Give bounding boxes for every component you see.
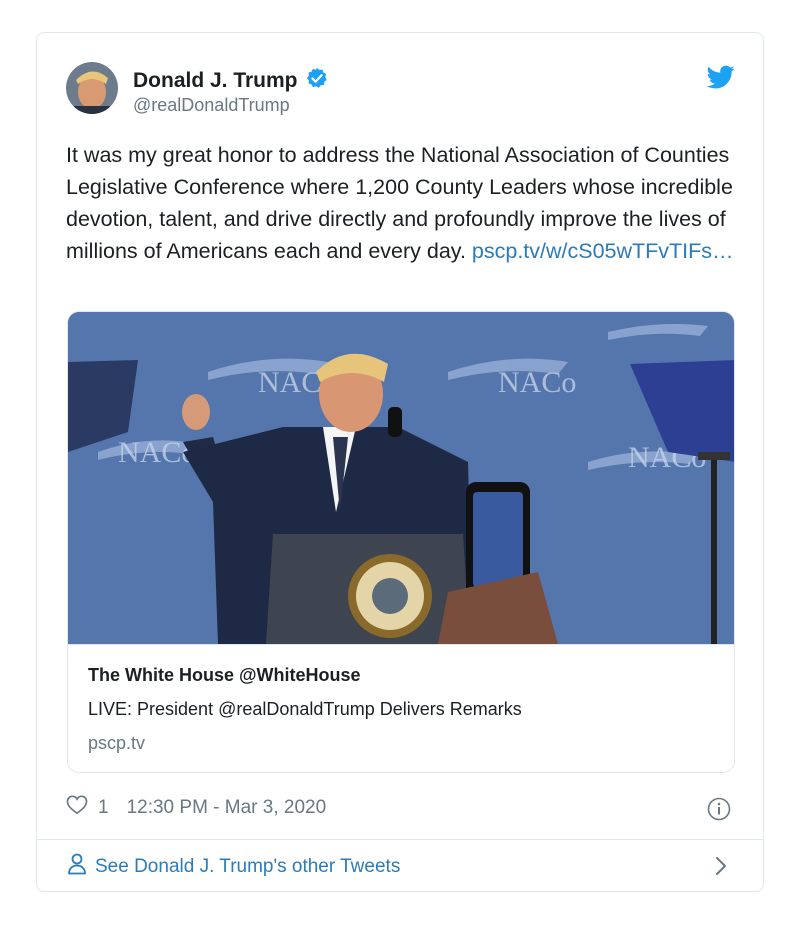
chevron-right-icon[interactable] <box>713 855 729 877</box>
avatar[interactable] <box>66 62 118 114</box>
author-handle[interactable]: @realDonaldTrump <box>133 95 290 116</box>
tweet-link[interactable]: pscp.tv/w/cS05wTFvTIFs… <box>472 239 734 263</box>
video-thumbnail[interactable]: NACo NACo NACo NACo <box>68 312 735 644</box>
timestamp[interactable]: 12:30 PM - Mar 3, 2020 <box>127 797 327 819</box>
media-card[interactable]: NACo NACo NACo NACo The White House @Whi… <box>67 311 735 773</box>
tweet-text: It was my great honor to address the Nat… <box>66 139 736 267</box>
media-title[interactable]: The White House @WhiteHouse <box>88 665 361 686</box>
info-icon[interactable] <box>707 797 731 821</box>
tweet-card: Donald J. Trump @realDonaldTrump It was … <box>36 32 764 892</box>
verified-badge-icon <box>306 67 328 94</box>
divider <box>37 839 763 840</box>
author-name[interactable]: Donald J. Trump <box>133 69 298 93</box>
media-description: LIVE: President @realDonaldTrump Deliver… <box>88 699 522 719</box>
see-other-tweets-link[interactable]: See Donald J. Trump's other Tweets <box>67 853 400 881</box>
like-count: 1 <box>98 797 109 818</box>
person-icon <box>67 853 87 881</box>
backdrop-text: NACo <box>498 366 576 399</box>
author-row: Donald J. Trump <box>133 67 328 94</box>
media-domain: pscp.tv <box>88 733 146 753</box>
tweet-meta: 1 12:30 PM - Mar 3, 2020 <box>66 795 326 821</box>
twitter-bird-icon[interactable] <box>706 63 735 91</box>
media-info: The White House @WhiteHouse LIVE: Presid… <box>68 644 734 772</box>
see-other-tweets-label[interactable]: See Donald J. Trump's other Tweets <box>95 856 400 878</box>
heart-icon[interactable] <box>66 795 88 821</box>
